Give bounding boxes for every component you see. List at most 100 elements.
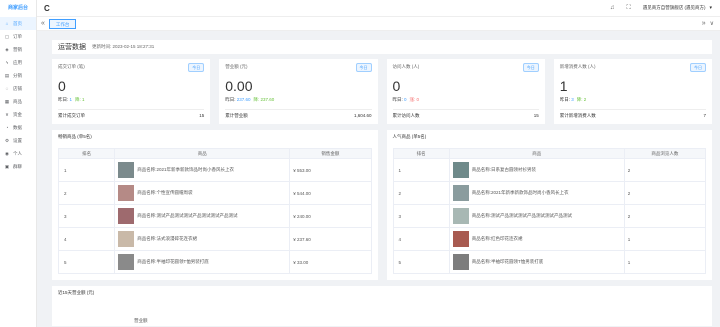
compare-label: 昨日: xyxy=(559,97,571,102)
app: 商家后台 ⌂ 首页 ▢ 订单 ◈ 营销 ϟ 应用 ▤ 分销 ◌ 店铺 ▦ 商品 ¥ 资金 ◔ 数据 ⚙ 设置 ◉ 个人 ▣ 群… xyxy=(0,0,720,327)
user-icon: ◉ xyxy=(5,150,9,156)
product-name[interactable]: 商品名称:2021年新季新款饰品时尚小香风长上衣 xyxy=(472,190,569,196)
value-cell: 2 xyxy=(623,158,707,182)
news-icon: ▣ xyxy=(4,163,10,169)
stat-card: 新增消费人数 (人) 今日 1 昨日: 3 降: 2 累计新增消费人数 7 xyxy=(553,59,712,124)
sidebar-item-label: 店铺 xyxy=(13,85,22,91)
rank-cell: 2 xyxy=(392,181,450,205)
stat-card-compare: 昨日: 3 降: 2 xyxy=(560,97,706,103)
data-icon: ▦ xyxy=(4,98,10,104)
sidebar-item[interactable]: ▣ 群聊 xyxy=(0,160,36,173)
sidebar-item[interactable]: ⚙ 设置 xyxy=(0,134,36,147)
product-cell: 商品名称:日系复古圆领衬衫男装 xyxy=(448,158,625,182)
tabs-scroll-left-icon[interactable]: « xyxy=(41,20,45,27)
product-name[interactable]: 商品名称:2021年新季新款饰品时尚小香风长上衣 xyxy=(137,167,234,173)
yesterday-value: 237.60 xyxy=(236,97,251,102)
flash-icon: ϟ xyxy=(5,60,9,65)
value-cell: 1 xyxy=(623,227,707,251)
notification-icon[interactable]: ♫ xyxy=(610,5,615,11)
tab-workbench[interactable]: 工作台 xyxy=(48,18,77,29)
product-name[interactable]: 商品名称:红色印花连衣裙 xyxy=(472,236,523,242)
product-name[interactable]: 商品名称:测试产品测试测试产品测试测试产品测试 xyxy=(137,213,237,219)
column-header-views: 商品浏览人数 xyxy=(623,148,707,159)
total-label: 累计营业额 xyxy=(225,113,248,118)
table-row[interactable]: 1 商品名称:日系复古圆领衬衫男装 2 xyxy=(392,158,707,182)
period-badge[interactable]: 今日 xyxy=(522,63,539,72)
refresh-icon[interactable]: C xyxy=(44,4,50,13)
period-badge[interactable]: 今日 xyxy=(690,63,706,72)
fullscreen-icon[interactable]: ⛶ xyxy=(627,5,631,12)
table-row[interactable]: 4 商品名称:法式浪漫碎花连衣裙 ¥ 237.60 xyxy=(57,227,372,251)
sidebar-item[interactable]: ◔ 数据 xyxy=(0,121,36,134)
sidebar-item[interactable]: ▤ 分销 xyxy=(0,69,36,82)
product-name[interactable]: 商品名称:测试产品测试测试产品测试测试产品测试 xyxy=(472,213,572,219)
product-thumbnail xyxy=(118,162,135,178)
product-thumbnail xyxy=(452,254,469,270)
sidebar-item[interactable]: ¥ 资金 xyxy=(0,108,36,121)
table-row[interactable]: 4 商品名称:红色印花连衣裙 1 xyxy=(392,227,707,251)
user-menu[interactable]: 遇见商方自营旗舰店 (遇见商方) xyxy=(643,5,706,11)
chevron-down-icon[interactable]: ▾ xyxy=(709,5,712,11)
sidebar-item-label: 首页 xyxy=(13,20,22,26)
period-badge[interactable]: 今日 xyxy=(355,63,372,72)
sidebar-item[interactable]: ◌ 店铺 xyxy=(0,82,36,95)
table-row[interactable]: 5 商品名称:半袖印花圆领T恤男装打底 ¥ 33.00 xyxy=(57,250,372,274)
sidebar-item-label: 个人 xyxy=(13,150,22,156)
sidebar-menu: ⌂ 首页 ▢ 订单 ◈ 营销 ϟ 应用 ▤ 分销 ◌ 店铺 ▦ 商品 ¥ 资金 ◔ 数据 ⚙ 设置 ◉ 个人 ▣ 群聊 xyxy=(0,17,36,173)
table-row[interactable]: 3 商品名称:测试产品测试测试产品测试测试产品测试 ¥ 240.00 xyxy=(57,204,372,228)
sidebar-item[interactable]: ▦ 商品 xyxy=(0,95,36,108)
sidebar-logo: 商家后台 xyxy=(7,5,28,11)
sidebar: 商家后台 ⌂ 首页 ▢ 订单 ◈ 营销 ϟ 应用 ▤ 分销 ◌ 店铺 ▦ 商品 ¥ 资金 ◔ 数据 ⚙ 设置 ◉ 个人 ▣ 群… xyxy=(0,0,37,327)
value-cell: 2 xyxy=(623,181,707,205)
value-cell: 1 xyxy=(623,250,707,274)
table-row[interactable]: 2 商品名称:2021年新季新款饰品时尚小香风长上衣 2 xyxy=(392,181,707,205)
product-name[interactable]: 商品名称:个性宣传圆帽周袋 xyxy=(137,190,192,196)
stat-card: 成交订单 (笔) 今日 0 昨日: 1 降: 1 累计成交订单 15 xyxy=(52,59,211,124)
shop-icon: ◌ xyxy=(5,86,9,91)
stat-card-value: 1 xyxy=(559,78,568,94)
page-title: 运营数据 xyxy=(58,44,86,51)
top-bar: C ♫ ⛶ 遇见商方自营旗舰店 (遇见商方) ▾ xyxy=(37,0,720,17)
sidebar-item[interactable]: ◈ 营销 xyxy=(0,43,36,56)
tabs-scroll-right-icon[interactable]: » xyxy=(702,20,706,27)
tabs-menu-icon[interactable]: ∨ xyxy=(710,20,714,27)
sidebar-item-label: 商品 xyxy=(13,98,22,104)
column-header-rank: 排名 xyxy=(392,148,450,159)
stat-card-value: 0 xyxy=(58,78,66,94)
sidebar-item-label: 数据 xyxy=(13,124,22,130)
sidebar-item[interactable]: ⌂ 首页 xyxy=(0,17,36,30)
top-bar-right: ♫ ⛶ 遇见商方自营旗舰店 (遇见商方) ▾ xyxy=(610,5,712,12)
product-info: 商品名称:半袖印花圆领T恤男装打底 xyxy=(118,254,286,270)
sidebar-item[interactable]: ◉ 个人 xyxy=(0,147,36,160)
product-thumbnail xyxy=(118,254,135,270)
sales-panel: 畅销商品 (单5名) 排名 商品 销售金额 1 商品名称:2021年新季新款饰品时… xyxy=(52,130,378,280)
compare-label: 昨日: xyxy=(58,97,69,102)
table-row[interactable]: 3 商品名称:测试产品测试测试产品测试测试产品测试 2 xyxy=(392,204,707,228)
revenue-trend-legend[interactable]: 营业额 xyxy=(134,318,148,324)
stat-card-title: 新增消费人数 (人) xyxy=(559,64,596,69)
stats-icon: ◔ xyxy=(5,125,9,130)
compare-label: 昨日: xyxy=(225,97,236,102)
product-name[interactable]: 商品名称:法式浪漫碎花连衣裙 xyxy=(137,236,197,242)
yesterday-value: 0 xyxy=(404,97,407,102)
rank-cell: 4 xyxy=(392,227,450,251)
product-name[interactable]: 商品名称:半袖印花圆领T恤男装打底 xyxy=(137,259,209,265)
change-down: 降: 1 xyxy=(75,97,85,102)
product-info: 商品名称:测试产品测试测试产品测试测试产品测试 xyxy=(452,208,621,224)
total-value: 15 xyxy=(199,113,205,118)
sidebar-item[interactable]: ϟ 应用 xyxy=(0,56,36,69)
table-row[interactable]: 2 商品名称:个性宣传圆帽周袋 ¥ 544.00 xyxy=(57,181,372,205)
change-up: 涨: 0 xyxy=(409,97,420,102)
sidebar-item[interactable]: ▢ 订单 xyxy=(0,30,36,43)
sales-table-body: 1 商品名称:2021年新季新款饰品时尚小香风长上衣 ¥ 553.00 2 商品名称:个… xyxy=(57,158,372,274)
product-name[interactable]: 商品名称:半袖印花圆领T恤男装打底 xyxy=(472,259,544,265)
sidebar-item-label: 应用 xyxy=(13,59,22,65)
value-cell: ¥ 237.60 xyxy=(289,227,372,251)
total-label: 累计成交订单 xyxy=(58,113,85,118)
period-badge[interactable]: 今日 xyxy=(188,63,205,72)
product-name[interactable]: 商品名称:日系复古圆领衬衫男装 xyxy=(472,167,536,173)
value-cell: ¥ 544.00 xyxy=(289,181,372,205)
table-row[interactable]: 1 商品名称:2021年新季新款饰品时尚小香风长上衣 ¥ 553.00 xyxy=(57,158,372,182)
table-row[interactable]: 5 商品名称:半袖印花圆领T恤男装打底 1 xyxy=(392,250,707,274)
update-time: 更新时间: 2023-02-15 18:27:31 xyxy=(92,44,155,49)
